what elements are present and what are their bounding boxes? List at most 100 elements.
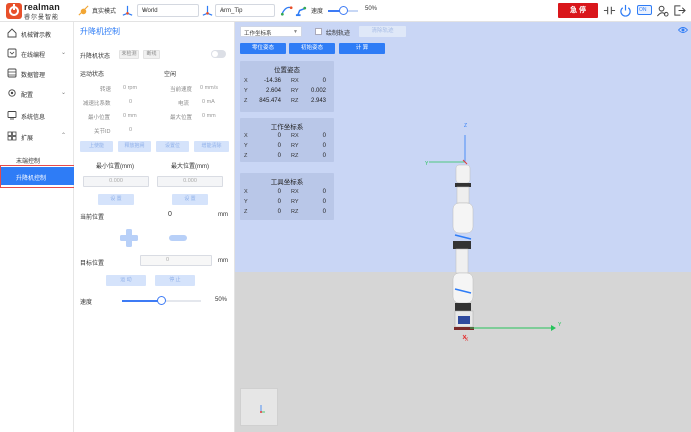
sidebar-item-data[interactable]: 数据管理 [0, 63, 74, 83]
tool-value: 0 [277, 189, 281, 195]
tool-axis-key: Y [244, 199, 248, 205]
draw-track-label: 绘制轨迹 [326, 31, 351, 37]
pose-card: 位置姿态 [240, 61, 334, 112]
sidebar-item-programming[interactable]: 在线编程 ⌄ [0, 43, 74, 63]
target-position-value: 0 [166, 257, 170, 263]
zero-pose-button[interactable]: 零位姿态 [240, 43, 286, 54]
work-axis-key: Y [244, 143, 248, 149]
min-position-label: 最小位置(mm) [96, 164, 134, 170]
logout-icon[interactable] [673, 4, 686, 17]
min-position-input[interactable]: 0.000 [83, 176, 149, 187]
top-toolbar: realman 睿尔曼智能 真实模式 World ▼ Arm_Tip ▼ 速度 … [0, 0, 691, 22]
orientation-mini-view[interactable] [240, 388, 278, 426]
brand-name: realman [24, 2, 60, 12]
frame-select[interactable]: World ▼ [137, 4, 199, 17]
power-icon[interactable] [619, 4, 632, 17]
gear-icon [8, 89, 16, 97]
highlight-box [0, 165, 76, 188]
tool-select[interactable]: Arm_Tip ▼ [215, 4, 275, 17]
sidebar-item-extension[interactable]: 扩展 ⌃ [0, 126, 74, 146]
compress-icon[interactable] [603, 4, 616, 17]
sidebar-item-system[interactable]: 系统信息 [0, 105, 74, 125]
jog-stop-icon[interactable] [169, 235, 187, 241]
speed-slider-handle[interactable] [338, 6, 348, 15]
view-frame-select-value: 工作坐标系 [244, 31, 272, 37]
stop-button[interactable]: 停 止 [155, 275, 195, 286]
chevron-down-icon: ▼ [220, 8, 225, 14]
tool-rot-value: 0 [322, 209, 326, 215]
tool-axis-key: X [244, 189, 248, 195]
eye-icon[interactable] [678, 25, 688, 35]
max-position-input[interactable]: 0.000 [157, 176, 223, 187]
move-button[interactable]: 运 动 [106, 275, 146, 286]
sun-mode-icon[interactable] [77, 4, 90, 17]
brand-subtitle: 睿尔曼智能 [24, 15, 60, 21]
pose-axis-key: Y [244, 88, 248, 94]
emergency-stop-button[interactable]: 急 停 [558, 3, 598, 18]
chevron-down-icon: ▼ [142, 8, 147, 14]
pose-rot-value: 0 [322, 78, 326, 84]
tool-frame-icon [202, 5, 213, 16]
target-position-unit: mm [218, 258, 228, 264]
ratio-label: 减速比系数 [83, 101, 111, 107]
tool-value: 0 [277, 199, 281, 205]
current-position-unit: mm [218, 212, 228, 218]
frame-icon [122, 5, 133, 16]
pose-axis-key: Z [244, 98, 248, 104]
database-icon [7, 68, 17, 78]
pose-value: 845.474 [259, 98, 281, 104]
init-pose-button[interactable]: 初始姿态 [289, 43, 335, 54]
tool-frame-card-title: 工具坐标系 [270, 179, 304, 186]
tool-axis-key: Z [244, 209, 248, 215]
sidebar: 机械臂示教 在线编程 ⌄ 数据管理 配置 ⌄ 系统信息 扩展 ⌃ 末端控制 升降… [0, 22, 74, 432]
sidebar-item-config[interactable]: 配置 ⌄ [0, 83, 74, 103]
calculate-button[interactable]: 计 算 [339, 43, 385, 54]
current-value: 0 mA [202, 99, 215, 105]
pose-rot-value: 0.002 [310, 88, 326, 94]
sidebar-item-teach[interactable]: 机械臂示教 [0, 23, 74, 43]
chevron-down-icon: ⌄ [60, 50, 66, 56]
motion-status-label: 运动状态 [80, 72, 105, 78]
target-position-input[interactable]: 0 [140, 255, 212, 266]
release-brake-button[interactable]: 释放抱闸 [118, 141, 151, 152]
jog-up-down-icon[interactable] [120, 229, 138, 247]
axis-gizmo-icon [260, 405, 265, 413]
work-rot-value: 0 [322, 153, 326, 159]
tool-rot-value: 0 [322, 199, 326, 205]
ratio-value: 0 [129, 99, 133, 105]
robot-3d-view[interactable]: 工作坐标系 ▼ 绘制轨迹 清除轨迹 零位姿态 初始姿态 计 算 位置姿态 X -1… [235, 22, 691, 432]
set-max-button[interactable]: 设 置 [172, 194, 208, 205]
set-position-button[interactable]: 设置位 [156, 141, 189, 152]
path-icon[interactable] [280, 4, 293, 17]
axis-z-label: Z [464, 123, 468, 129]
sidebar-item-label: 机械臂示教 [21, 33, 52, 39]
pose-card-title: 位置姿态 [274, 67, 300, 74]
lift-control-panel: 升降机控制 升降机状态 未检测 断线 运动状态 空闲 转速 0 rpm 当前速度… [74, 22, 235, 432]
work-frame-card-title: 工作坐标系 [270, 124, 304, 131]
pose-value: 2.604 [265, 88, 281, 94]
draw-track-checkbox[interactable] [315, 28, 322, 35]
panel-speed-value: 50% [215, 297, 228, 303]
tool-value: 0 [277, 209, 281, 215]
robot-arm-icon[interactable] [295, 4, 308, 17]
panel-speed-label: 速度 [80, 300, 93, 306]
lift-enable-toggle[interactable] [211, 50, 226, 58]
clear-error-button[interactable]: 增能清除 [194, 141, 229, 152]
speed-value: 50% [365, 6, 378, 12]
panel-speed-slider-handle[interactable] [157, 296, 166, 305]
panel-speed-slider-fill [122, 300, 162, 302]
status-chip-detect: 未检测 [119, 50, 139, 59]
current-speed-value: 0 mm/s [200, 85, 219, 91]
chevron-down-icon: ▼ [293, 29, 298, 35]
target-position-label: 目标位置 [80, 261, 105, 267]
set-min-button[interactable]: 设 置 [98, 194, 134, 205]
code-icon [7, 48, 17, 58]
brand-logo: realman 睿尔曼智能 [6, 2, 70, 21]
view-frame-select[interactable]: 工作坐标系 ▼ [240, 26, 302, 37]
user-settings-icon[interactable] [656, 4, 669, 17]
panel-title: 升降机控制 [80, 27, 120, 36]
mode-label[interactable]: 真实模式 [92, 6, 116, 15]
pose-axis-key: X [244, 78, 248, 84]
enable-button[interactable]: 上使能 [80, 141, 113, 152]
clear-track-button[interactable]: 清除轨迹 [359, 26, 406, 37]
